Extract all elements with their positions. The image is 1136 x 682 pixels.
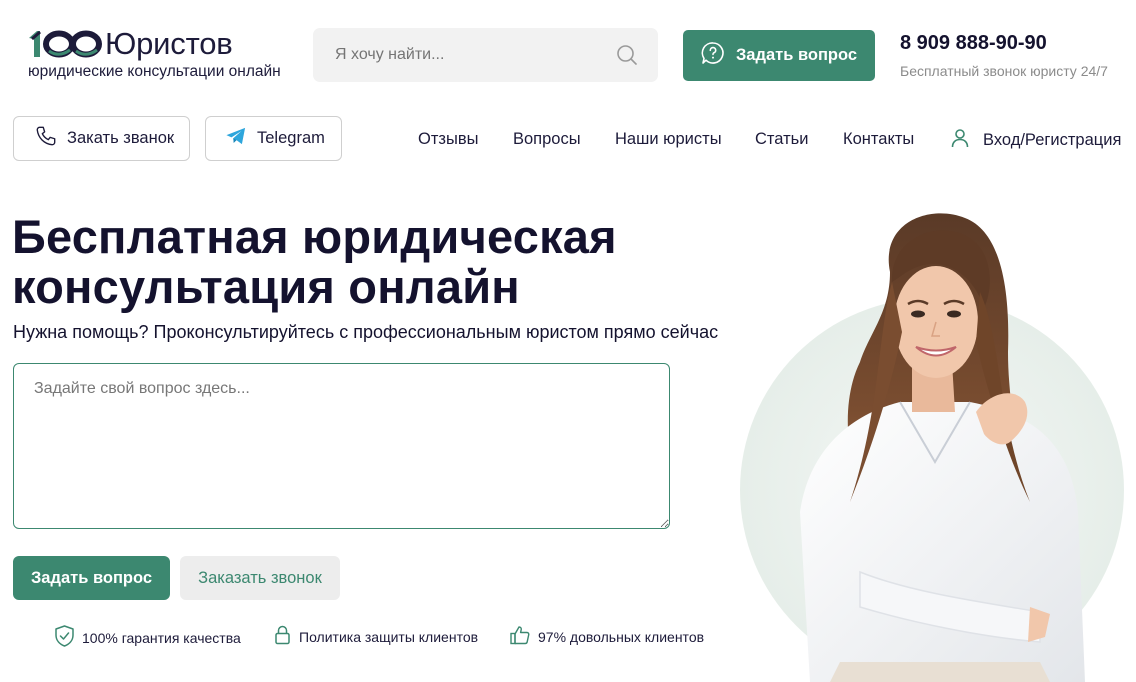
question-textarea[interactable]	[13, 363, 670, 529]
ask-question-header-button[interactable]: Задать вопрос	[683, 30, 875, 81]
order-call-button[interactable]: Закать званок	[13, 116, 190, 161]
site-logo[interactable]: Юристов юридические консультации онлайн	[28, 27, 281, 81]
telegram-label: Telegram	[257, 129, 325, 147]
phone-note: Бесплатный звонок юристу 24/7	[900, 63, 1108, 79]
nav-item-questions[interactable]: Вопросы	[513, 130, 581, 149]
badge-quality: 100% гарантия качества	[55, 625, 241, 650]
register-link[interactable]: Регистрация	[1025, 131, 1121, 149]
search-input[interactable]	[335, 46, 616, 64]
hero-title-line-2: консультация онлайн	[12, 260, 520, 313]
phone-block: 8 909 888-90-90 Бесплатный звонок юристу…	[900, 32, 1108, 79]
phone-icon	[35, 125, 57, 152]
hero-title-line-1: Бесплатная юридическая	[12, 210, 617, 263]
telegram-icon	[225, 126, 247, 151]
login-link[interactable]: Вход	[983, 131, 1020, 149]
search-icon[interactable]	[616, 44, 638, 66]
question-bubble-icon	[701, 41, 725, 70]
lawyer-photo	[740, 212, 1124, 682]
nav-item-lawyers[interactable]: Наши юристы	[615, 130, 722, 149]
lawyer-illustration	[740, 213, 1124, 682]
thumbs-up-icon	[510, 625, 530, 648]
lock-icon	[274, 625, 291, 648]
badge-satisfaction: 97% довольных клиентов	[510, 625, 704, 648]
logo-tagline: юридические консультации онлайн	[28, 63, 281, 80]
phone-number[interactable]: 8 909 888-90-90	[900, 32, 1108, 55]
user-icon	[950, 128, 970, 153]
badge-satisfaction-text: 97% довольных клиентов	[538, 628, 705, 645]
telegram-button[interactable]: Telegram	[205, 116, 342, 161]
badge-quality-text: 100% гарантия качества	[82, 629, 241, 646]
nav-item-articles[interactable]: Статьи	[755, 130, 808, 149]
badge-privacy-text: Политика защиты клиентов	[299, 628, 479, 645]
shield-check-icon	[55, 625, 74, 650]
nav-item-reviews[interactable]: Отзывы	[418, 130, 478, 149]
ask-question-header-label: Задать вопрос	[735, 46, 858, 64]
logo-wordmark: Юристов	[105, 26, 233, 61]
request-call-button[interactable]: Заказать звонок	[180, 556, 340, 600]
nav-item-contacts[interactable]: Контакты	[843, 130, 914, 149]
search-box[interactable]	[313, 28, 658, 82]
login-register: Вход/Регистрация	[950, 128, 1121, 153]
order-call-label: Закать званок	[67, 129, 175, 147]
hero-title: Бесплатная юридическая консультация онла…	[12, 212, 617, 312]
badge-privacy: Политика защиты клиентов	[274, 625, 478, 648]
hero-subtitle: Нужна помощь? Проконсультируйтесь с проф…	[13, 322, 719, 342]
logo-100-mark	[29, 30, 102, 58]
ask-question-button[interactable]: Задать вопрос	[13, 556, 170, 600]
